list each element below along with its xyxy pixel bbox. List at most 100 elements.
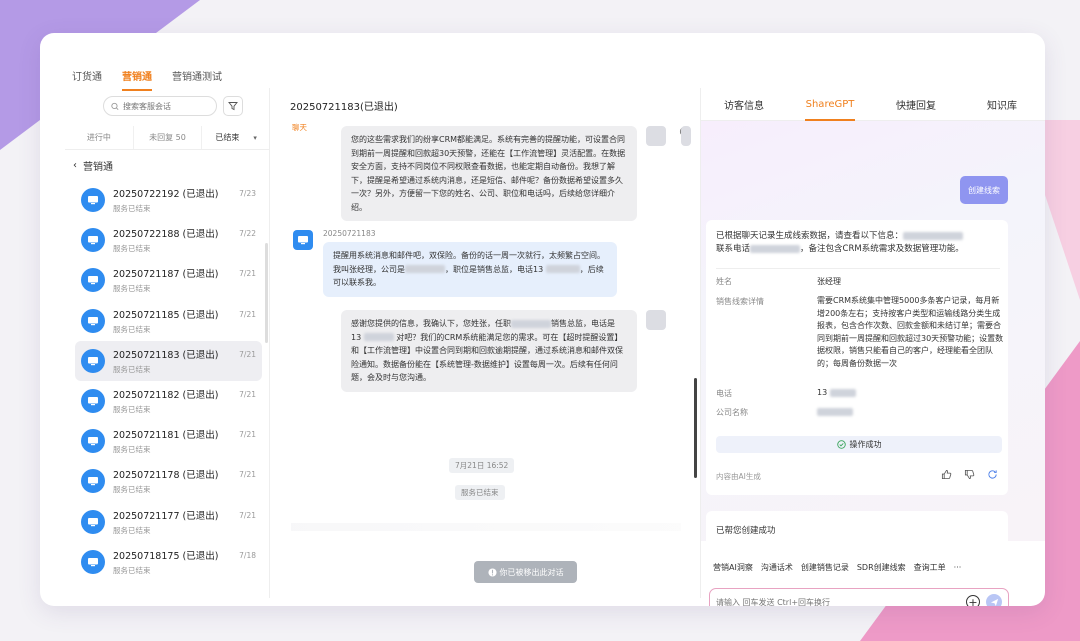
assistant-panel: 访客信息 ShareGPT 快捷回复 知识库 创建线索 已根据聊天记录生成线索数… xyxy=(701,88,1045,606)
conversation-item[interactable]: 20250721181 (已退出) 服务已结束 7/21 xyxy=(75,421,262,461)
conversation-text: 20250721185 (已退出) 服务已结束 xyxy=(113,307,218,335)
conversation-text: 20250721181 (已退出) 服务已结束 xyxy=(113,427,218,455)
message-text: ，职位是销售总监，电话13 xyxy=(445,264,544,274)
status-tab-ended[interactable]: 已结束 ▾ xyxy=(202,126,270,149)
intro-text: ，备注包含CRM系统需求及数据管理功能。 xyxy=(800,244,964,254)
redacted xyxy=(363,333,394,341)
field-label: 姓名 xyxy=(716,277,732,286)
tool-query-ticket[interactable]: 查询工单 xyxy=(914,562,946,573)
visitor-avatar xyxy=(81,268,105,293)
visitor-avatar xyxy=(81,308,105,333)
conversation-date: 7/21 xyxy=(239,510,256,520)
message-outgoing: 您的这些需求我们的纷享CRM都能满足。系统有完善的提醒功能，可设置合同到期前一周… xyxy=(341,126,637,221)
message-input-box: + xyxy=(709,588,1009,606)
monitor-icon xyxy=(88,276,98,285)
field-value xyxy=(817,406,1007,419)
visitor-avatar xyxy=(81,429,105,454)
conversation-status: 服务已结束 xyxy=(113,565,151,575)
field-value: 张经理 xyxy=(817,277,841,286)
conversation-title: 20250721187 (已退出) xyxy=(113,269,219,281)
monitor-icon xyxy=(298,236,308,245)
message-text: 感谢您提供的信息，我确认下，您姓张，任职 xyxy=(351,319,511,328)
feedback-row xyxy=(941,469,998,480)
tab-knowledge-base[interactable]: 知识库 xyxy=(959,88,1045,120)
chevron-down-icon: ▾ xyxy=(253,133,257,142)
tool-sdr-create-lead[interactable]: SDR创建线索 xyxy=(857,562,906,573)
monitor-icon xyxy=(88,196,98,205)
conversation-item[interactable]: 20250721177 (已退出) 服务已结束 7/21 xyxy=(75,502,262,542)
field-label: 销售线索详情 xyxy=(716,297,764,306)
check-circle-icon xyxy=(836,440,846,449)
field-label: 公司名称 xyxy=(716,408,748,417)
tool-talk-script[interactable]: 沟通话术 xyxy=(761,562,793,573)
ai-note: 内容由AI生成 xyxy=(716,472,761,481)
create-lead-button[interactable]: 创建线索 xyxy=(960,176,1008,204)
more-icon[interactable]: ··· xyxy=(954,563,962,572)
conversation-title: 20250718175 (已退出) xyxy=(113,550,219,562)
conversation-item[interactable]: 20250722188 (已退出) 服务已结束 7/22 xyxy=(75,220,262,260)
visitor-avatar xyxy=(81,549,105,574)
message-input[interactable] xyxy=(716,597,966,606)
conversation-item[interactable]: 20250721178 (已退出) 服务已结束 7/21 xyxy=(75,461,262,501)
tab-quick-reply[interactable]: 快捷回复 xyxy=(873,88,959,120)
conversation-text: 20250722192 (已退出) 服务已结束 xyxy=(113,186,218,214)
assistant-tabs: 访客信息 ShareGPT 快捷回复 知识库 xyxy=(701,88,1045,121)
conversation-date: 7/21 xyxy=(239,389,256,399)
tool-ai-insight[interactable]: 营销AI洞察 xyxy=(713,562,753,573)
avatar xyxy=(681,126,691,146)
conversation-item[interactable]: 20250718175 (已退出) 服务已结束 7/18 xyxy=(75,542,262,582)
monitor-icon xyxy=(88,517,98,526)
thumbs-up-icon[interactable] xyxy=(941,469,952,480)
monitor-icon xyxy=(88,316,98,325)
success-bar: 操作成功 xyxy=(716,436,1002,453)
chat-title: 20250721183(已退出) xyxy=(290,102,398,113)
monitor-icon xyxy=(88,236,98,245)
conversation-status: 服务已结束 xyxy=(113,485,151,495)
conversation-item[interactable]: 20250721185 (已退出) 服务已结束 7/21 xyxy=(75,301,262,341)
conversation-date: 7/22 xyxy=(239,229,256,239)
conversation-date: 7/21 xyxy=(239,309,256,319)
send-button[interactable] xyxy=(986,594,1002,606)
intro-text: 已根据聊天记录生成线索数据，请查看以下信息： xyxy=(716,231,904,241)
assistant-body: 创建线索 已根据聊天记录生成线索数据，请查看以下信息： 联系电话 ，备注包含CRM… xyxy=(701,121,1045,551)
conversation-date: 7/21 xyxy=(239,269,256,279)
conversation-text: 20250721183 (已退出) 服务已结束 xyxy=(113,347,218,375)
field-label: 电话 xyxy=(716,389,732,398)
status-tab-unreplied[interactable]: 未回复 50 xyxy=(134,126,203,149)
scrollbar[interactable] xyxy=(694,378,697,478)
conversation-item[interactable]: 20250721183 (已退出) 服务已结束 7/21 xyxy=(75,340,262,381)
thumbs-down-icon[interactable] xyxy=(964,469,975,480)
conversation-title: 20250722192 (已退出) xyxy=(113,189,219,201)
search-box[interactable] xyxy=(103,96,217,116)
conversation-item[interactable]: 20250722192 (已退出) 服务已结束 7/23 xyxy=(75,180,262,220)
conversation-item[interactable]: 20250721182 (已退出) 服务已结束 7/21 xyxy=(75,381,262,421)
conversation-status: 服务已结束 xyxy=(113,324,151,334)
visitor-avatar xyxy=(81,389,105,414)
timestamp: 7月21日 16:52 xyxy=(449,458,515,473)
filter-icon xyxy=(228,102,238,111)
conversation-item[interactable]: 20250721187 (已退出) 服务已结束 7/21 xyxy=(75,260,262,300)
service-ended-chip: 服务已结束 xyxy=(455,485,505,500)
filter-button[interactable] xyxy=(223,96,243,116)
scrollbar[interactable] xyxy=(265,243,268,343)
conversation-status: 服务已结束 xyxy=(113,364,151,374)
field-value: 需要CRM系统集中管理5000多条客户记录，每月新增200条左右；支持按客户类型… xyxy=(817,296,1004,368)
conversation-status: 服务已结束 xyxy=(113,244,151,254)
monitor-icon xyxy=(88,557,98,566)
avatar xyxy=(646,310,666,330)
monitor-icon xyxy=(88,397,98,406)
search-input[interactable] xyxy=(123,101,209,111)
status-tab-ongoing[interactable]: 进行中 xyxy=(65,126,134,149)
tab-visitor-info[interactable]: 访客信息 xyxy=(701,88,787,120)
info-icon xyxy=(487,567,497,577)
add-icon[interactable]: + xyxy=(966,595,980,606)
refresh-icon[interactable] xyxy=(987,469,998,480)
removed-label: 你已被移出此对话 xyxy=(499,567,564,577)
chat-panel: 20250721183(已退出) 聊天 您的这些需求我们的纷享CRM都能满足。系… xyxy=(271,88,701,598)
intro-text: 联系电话 xyxy=(716,244,751,254)
visitor-avatar xyxy=(81,469,105,494)
back-button[interactable]: ‹ 营销通 xyxy=(73,158,113,173)
tab-sharegpt[interactable]: ShareGPT xyxy=(787,88,873,121)
tool-create-sales-record[interactable]: 创建销售记录 xyxy=(801,562,849,573)
conversation-date: 7/21 xyxy=(239,349,256,359)
